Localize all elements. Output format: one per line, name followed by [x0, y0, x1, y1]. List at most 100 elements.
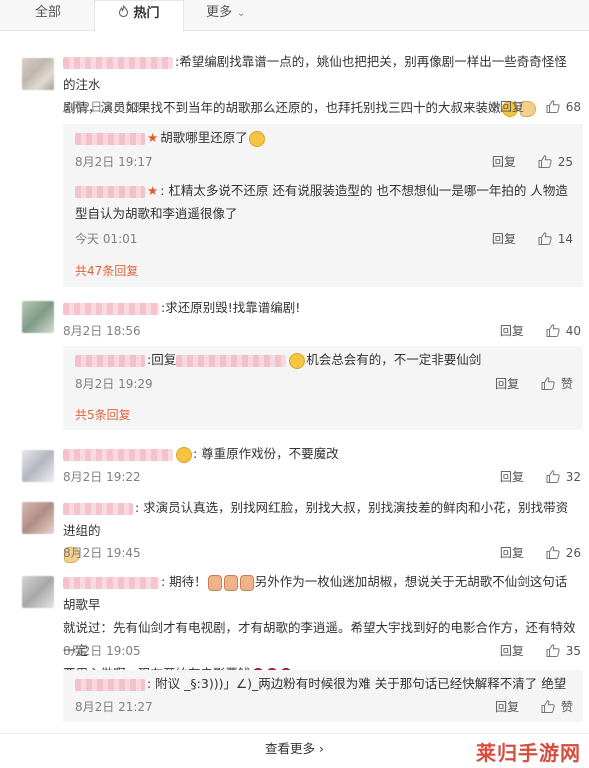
- smile-emoji-icon: [176, 446, 192, 463]
- username-blurred[interactable]: [75, 678, 145, 691]
- chevron-down-icon: ⌄: [237, 8, 246, 19]
- see-more-label: 查看更多: [265, 741, 316, 756]
- reply-list: : 附议 _§:3)))」∠)_两边粉有时候很为难 关于那句话已经快解释不清了 …: [63, 670, 583, 722]
- username-blurred[interactable]: [63, 576, 159, 589]
- thumbs-up-icon: [541, 377, 555, 390]
- like-button[interactable]: 68: [546, 99, 581, 114]
- like-count: 26: [565, 545, 581, 560]
- comment-text: : 期待！ 另外作为一枚仙迷加胡椒，想说关于无胡歌不仙剑这句话胡歌早 就说过：先有…: [63, 570, 578, 685]
- thumbs-up-icon: [538, 155, 552, 169]
- star-icon: ★: [147, 183, 159, 198]
- reply-text: : 附议 _§:3)))」∠)_两边粉有时候很为难 关于那句话已经快解释不清了 …: [75, 672, 575, 695]
- like-button[interactable]: 26: [546, 545, 581, 560]
- comment-actions: 回复 40: [500, 322, 581, 339]
- tab-hot-label: 热门: [133, 6, 160, 21]
- username-blurred[interactable]: [63, 448, 173, 461]
- avatar[interactable]: [22, 450, 54, 482]
- reply-actions: 回复 赞: [495, 375, 573, 392]
- like-button[interactable]: 35: [546, 643, 581, 658]
- thumbs-up-icon: [546, 470, 560, 484]
- avatar[interactable]: [22, 301, 54, 333]
- fist-emoji-icon: [239, 574, 254, 591]
- reply-time: 8月2日 21:27: [75, 700, 153, 714]
- reply-time: 今天 01:01: [75, 232, 138, 246]
- tab-more[interactable]: 更多 ⌄: [206, 0, 245, 31]
- username-blurred[interactable]: [63, 502, 133, 515]
- reply-button[interactable]: 回复: [492, 230, 516, 247]
- thumbs-up-icon: [541, 700, 555, 713]
- grin-emoji-icon: [248, 130, 265, 147]
- reply-list: :回复 机会总会有的，不一定非要仙剑 8月2日 19:29 回复 赞 共5条回复: [63, 346, 583, 430]
- like-button[interactable]: 40: [546, 323, 581, 338]
- username-blurred[interactable]: [75, 185, 145, 198]
- username-blurred[interactable]: [63, 56, 173, 69]
- fist-emoji-icon: [223, 574, 238, 591]
- comment-time: 8月2日 19:05: [63, 644, 141, 658]
- comment-time: 8月2日 18:58: [63, 100, 141, 114]
- comment-time: 8月2日 19:22: [63, 470, 141, 484]
- star-icon: ★: [147, 130, 159, 145]
- reply-time: 8月2日 19:29: [75, 377, 153, 391]
- reply-button[interactable]: 回复: [500, 322, 524, 339]
- username-blurred[interactable]: [75, 132, 145, 145]
- reply-list: ★ 胡歌哪里还原了 8月2日 19:17 回复 25 ★: 杠精太多说不还原 还有…: [63, 124, 583, 287]
- chevron-right-icon: ›: [319, 741, 324, 756]
- reply-text: ★ 胡歌哪里还原了: [75, 126, 575, 149]
- reply-actions: 回复 25: [492, 153, 573, 170]
- flame-icon: [118, 1, 129, 27]
- comment-actions: 回复 26: [500, 544, 581, 561]
- reply-text: ★: 杠精太多说不还原 还有说服装造型的 也不想想仙一是哪一年拍的 人物造 型自…: [75, 183, 568, 221]
- tab-bar: 全部 热门 更多 ⌄: [0, 0, 589, 32]
- reply-button[interactable]: 回复: [500, 642, 524, 659]
- comment-text: :求还原别毁!找靠谱编剧!: [63, 296, 578, 319]
- avatar[interactable]: [22, 58, 54, 90]
- thumbs-up-icon: [546, 546, 560, 560]
- comment-time: 8月2日 19:45: [63, 546, 141, 560]
- like-count: 68: [565, 99, 581, 114]
- tab-hot[interactable]: 热门: [94, 0, 184, 32]
- reply-button[interactable]: 回复: [500, 468, 524, 485]
- thumbs-up-icon: [546, 324, 560, 338]
- fist-emoji-icon: [207, 574, 222, 591]
- reply-actions: 回复 赞: [495, 698, 573, 715]
- like-button[interactable]: 25: [538, 154, 573, 169]
- username-blurred[interactable]: [75, 354, 145, 367]
- reply-time: 8月2日 19:17: [75, 155, 153, 169]
- like-count: 25: [557, 154, 573, 169]
- avatar[interactable]: [22, 576, 54, 608]
- reply-button[interactable]: 回复: [500, 544, 524, 561]
- like-button[interactable]: 赞: [541, 698, 573, 715]
- like-count: 40: [565, 323, 581, 338]
- username-blurred[interactable]: [63, 302, 159, 315]
- comment-actions: 回复 68: [500, 98, 581, 115]
- reply-text: :回复 机会总会有的，不一定非要仙剑: [75, 348, 575, 371]
- like-button[interactable]: 14: [538, 231, 573, 246]
- like-count: 35: [565, 643, 581, 658]
- like-button[interactable]: 32: [546, 469, 581, 484]
- avatar[interactable]: [22, 502, 54, 534]
- reply-button[interactable]: 回复: [500, 98, 524, 115]
- reply-button[interactable]: 回复: [495, 375, 519, 392]
- thumbs-up-icon: [546, 100, 560, 114]
- comment-actions: 回复 35: [500, 642, 581, 659]
- reply-actions: 回复 14: [492, 230, 573, 247]
- laugh-emoji-icon: [289, 352, 306, 369]
- watermark: 莱归手游网: [476, 741, 581, 765]
- like-label: 赞: [560, 700, 573, 714]
- like-count: 32: [565, 469, 581, 484]
- like-label: 赞: [560, 377, 573, 391]
- like-count: 14: [557, 231, 573, 246]
- username-blurred[interactable]: [176, 354, 287, 367]
- tab-all[interactable]: 全部: [35, 0, 61, 31]
- comment-text: : 尊重原作戏份，不要魔改: [63, 442, 578, 465]
- more-replies-link[interactable]: 共5条回复: [75, 406, 131, 423]
- reply-button[interactable]: 回复: [492, 153, 516, 170]
- thumbs-up-icon: [546, 644, 560, 658]
- tab-more-label: 更多: [206, 5, 233, 20]
- comment-time: 8月2日 18:56: [63, 324, 141, 338]
- comment-actions: 回复 32: [500, 468, 581, 485]
- more-replies-link[interactable]: 共47条回复: [75, 262, 138, 279]
- reply-button[interactable]: 回复: [495, 698, 519, 715]
- thumbs-up-icon: [538, 232, 552, 246]
- like-button[interactable]: 赞: [541, 375, 573, 392]
